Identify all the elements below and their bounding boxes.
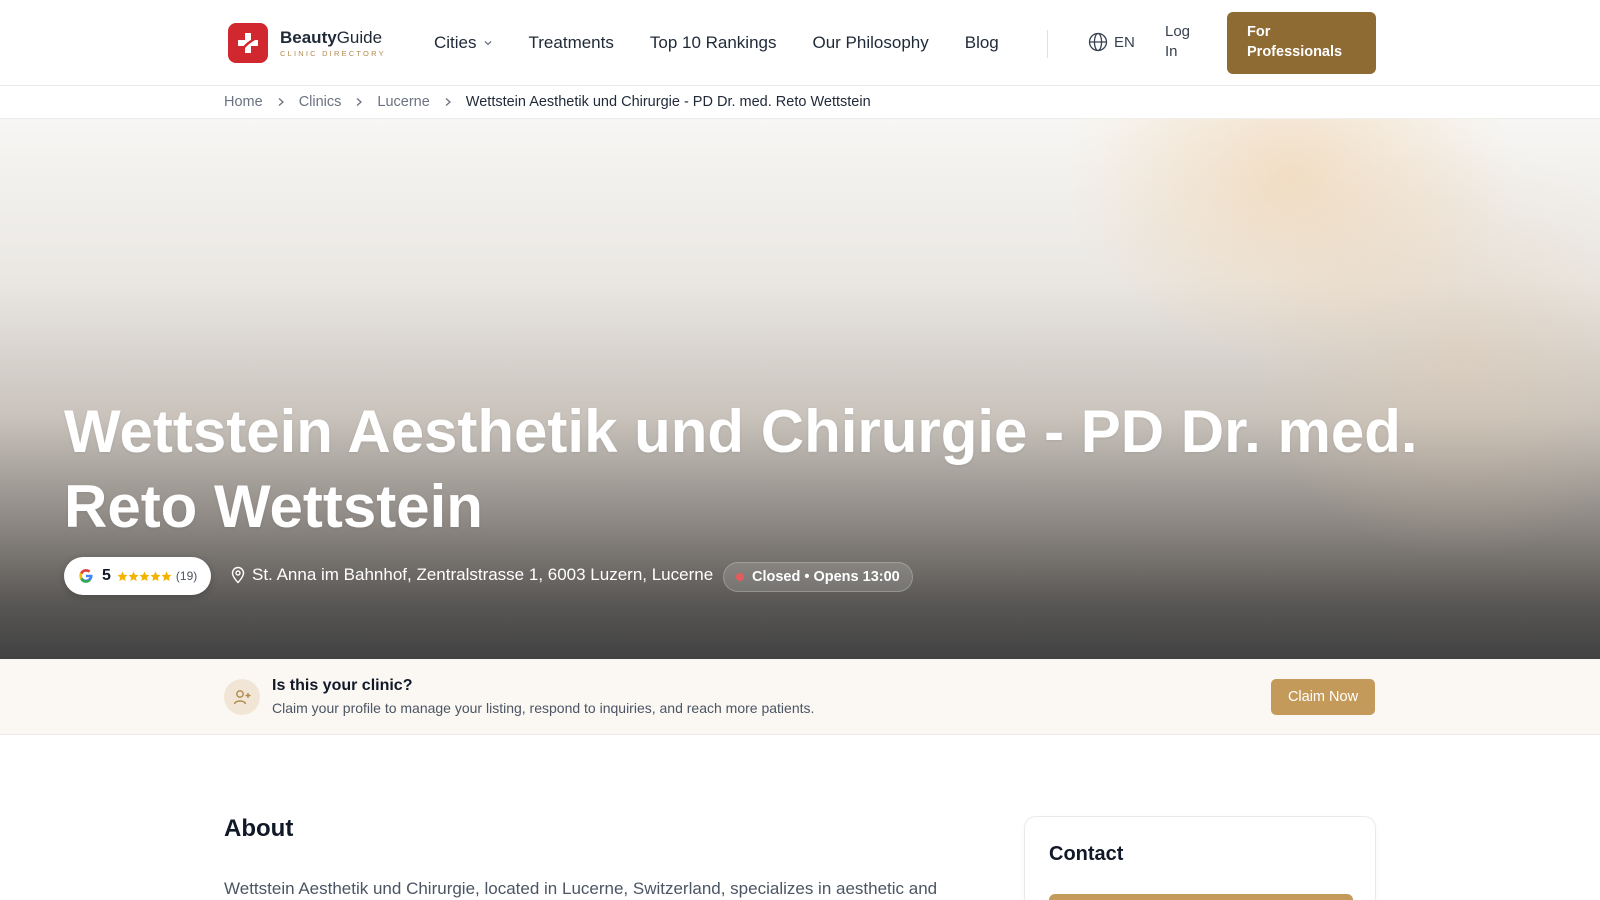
claim-description: Claim your profile to manage your listin… [272,700,815,716]
nav-our-philosophy[interactable]: Our Philosophy [813,33,929,53]
chevron-right-icon [277,97,285,107]
nav-top-10-rankings[interactable]: Top 10 Rankings [650,33,777,53]
contact-button[interactable] [1049,894,1353,900]
logo[interactable]: BeautyGuide CLINIC DIRECTORY [228,23,386,63]
star-icon [128,571,139,581]
breadcrumb: Home Clinics Lucerne Wettstein Aesthetik… [224,86,871,118]
rating-score: 5 [102,567,111,584]
nav-divider [1047,30,1048,58]
logo-tagline: CLINIC DIRECTORY [280,48,386,58]
for-professionals-button[interactable]: For Professionals [1227,12,1376,74]
breadcrumb-home[interactable]: Home [224,94,263,110]
breadcrumb-lucerne[interactable]: Lucerne [377,94,429,110]
login-link[interactable]: Log In [1165,22,1205,62]
chevron-right-icon [355,97,363,107]
star-icon [150,571,161,581]
claim-title: Is this your clinic? [272,677,413,694]
logo-wordmark: BeautyGuide [280,27,383,47]
review-count: (19) [175,569,198,583]
nav-blog[interactable]: Blog [965,33,999,53]
google-icon [79,569,93,583]
star-icon [117,571,128,581]
main-nav: Cities Treatments Top 10 Rankings Our Ph… [434,0,1035,86]
breadcrumb-current: Wettstein Aesthetik und Chirurgie - PD D… [465,94,871,110]
opening-status-badge: Closed • Opens 13:00 [723,562,913,592]
rating-stars [117,571,172,582]
site-header: BeautyGuide CLINIC DIRECTORY Cities Trea… [0,0,1600,86]
breadcrumb-clinics[interactable]: Clinics [299,94,342,110]
nav-cities[interactable]: Cities [434,33,493,53]
claim-now-button[interactable]: Claim Now [1271,679,1375,715]
star-icon [161,571,172,581]
clinic-address: St. Anna im Bahnhof, Zentralstrasse 1, 6… [230,565,713,585]
status-dot-icon [736,573,744,581]
user-plus-icon [224,679,260,715]
logo-icon [228,23,268,63]
star-icon [139,571,150,581]
about-text: Wettstein Aesthetik und Chirurgie, locat… [224,879,938,898]
language-code: EN [1114,33,1135,51]
clinic-title: Wettstein Aesthetik und Chirurgie - PD D… [64,398,1418,540]
hero-banner: Wettstein Aesthetik und Chirurgie - PD D… [0,119,1600,659]
contact-card: Contact [1024,816,1376,900]
globe-icon [1088,32,1108,52]
language-selector[interactable]: EN [1088,32,1135,52]
about-heading: About [224,815,294,842]
claim-clinic-banner: Is this your clinic? Claim your profile … [0,659,1600,735]
google-rating-badge[interactable]: 5 (19) [64,557,212,595]
chevron-right-icon [444,97,452,107]
chevron-down-icon [483,33,493,53]
contact-heading: Contact [1049,843,1124,865]
nav-treatments[interactable]: Treatments [529,33,614,53]
map-pin-icon [231,566,245,584]
